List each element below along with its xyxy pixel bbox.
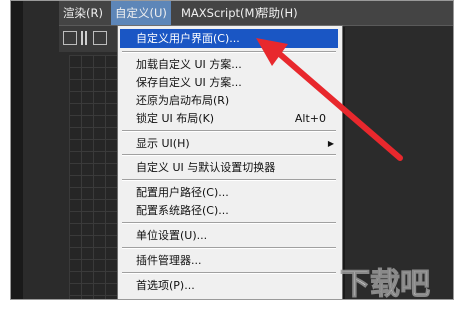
screenshot-frame: 渲染(R) 自定义(U) MAXScript(M) 帮助(H) 自定义用户界面(… bbox=[0, 0, 464, 310]
watermark-logo: 下载吧 bbox=[340, 267, 431, 303]
watermark-text: 下载吧 bbox=[340, 267, 430, 302]
